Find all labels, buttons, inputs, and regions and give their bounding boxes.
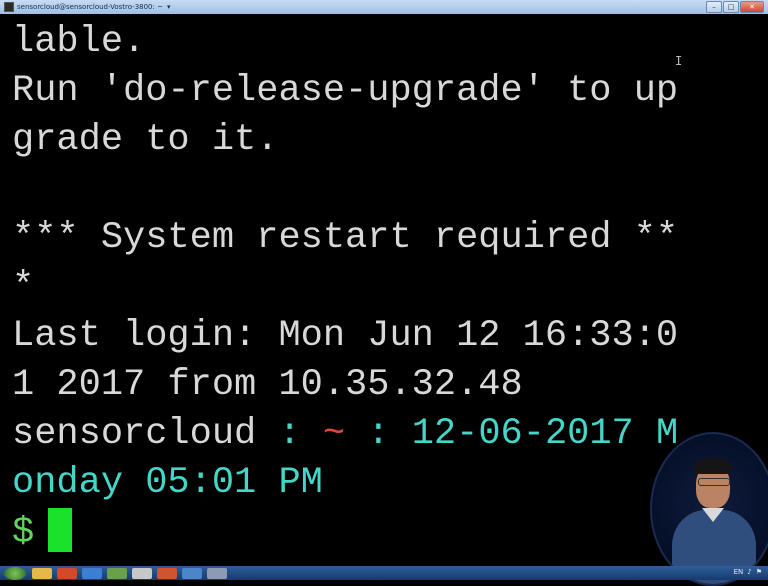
system-tray: EN ♪ ⚑: [734, 568, 762, 576]
terminal-line: lable.: [12, 21, 146, 63]
mouse-ibeam-icon: I: [675, 54, 683, 68]
network-icon[interactable]: [182, 567, 202, 579]
start-orb-icon[interactable]: [4, 566, 26, 580]
window-title: sensorcloud@sensorcloud-Vostro-3800: ~: [17, 3, 163, 11]
media-icon[interactable]: [57, 567, 77, 579]
maximize-button[interactable]: □: [723, 1, 739, 13]
paint-icon[interactable]: [107, 567, 127, 579]
window-titlebar: sensorcloud@sensorcloud-Vostro-3800: ~ ▾…: [0, 0, 768, 14]
presenter-glasses: [698, 478, 730, 486]
terminal-line: Run 'do-release-upgrade' to up: [12, 70, 679, 112]
terminal-line: Last login: Mon Jun 12 16:33:0: [12, 315, 679, 357]
window-controls: – □ ✕: [706, 1, 764, 13]
explorer-icon[interactable]: [32, 567, 52, 579]
taskbar: EN ♪ ⚑: [0, 566, 768, 580]
prompt-separator: :: [345, 413, 412, 455]
prompt-date-continued: onday 05:01 PM: [12, 462, 323, 504]
ie-icon[interactable]: [82, 567, 102, 579]
prompt-line: sensorcloud : ~ : 12-06-2017 M: [12, 410, 678, 458]
chrome-icon[interactable]: [132, 567, 152, 579]
language-indicator[interactable]: EN: [734, 568, 744, 576]
text-cursor: [48, 508, 73, 552]
prompt-path: ~: [322, 413, 346, 455]
terminal-line: *** System restart required **: [12, 217, 679, 259]
prompt-symbol: $: [12, 512, 35, 554]
terminal-line: 1 2017 from 10.35.32.48: [12, 364, 523, 406]
prompt-separator: :: [256, 413, 323, 455]
speaker-icon[interactable]: ♪: [747, 568, 751, 576]
presenter-webcam-overlay: [650, 432, 768, 586]
flag-icon[interactable]: ⚑: [756, 568, 762, 576]
chevron-down-icon[interactable]: ▾: [167, 3, 171, 11]
prompt-date: 12-06-2017 M: [411, 413, 679, 455]
terminal-app-icon: [4, 2, 14, 12]
presenter-hair: [694, 458, 732, 474]
minimize-button[interactable]: –: [706, 1, 722, 13]
prompt-input-line[interactable]: $: [12, 508, 73, 557]
terminal-line: grade to it.: [12, 119, 279, 161]
close-button[interactable]: ✕: [740, 1, 764, 13]
putty-icon[interactable]: [207, 567, 227, 579]
powerpoint-icon[interactable]: [157, 567, 177, 579]
prompt-user: sensorcloud: [12, 413, 257, 455]
terminal-line: *: [12, 266, 35, 308]
